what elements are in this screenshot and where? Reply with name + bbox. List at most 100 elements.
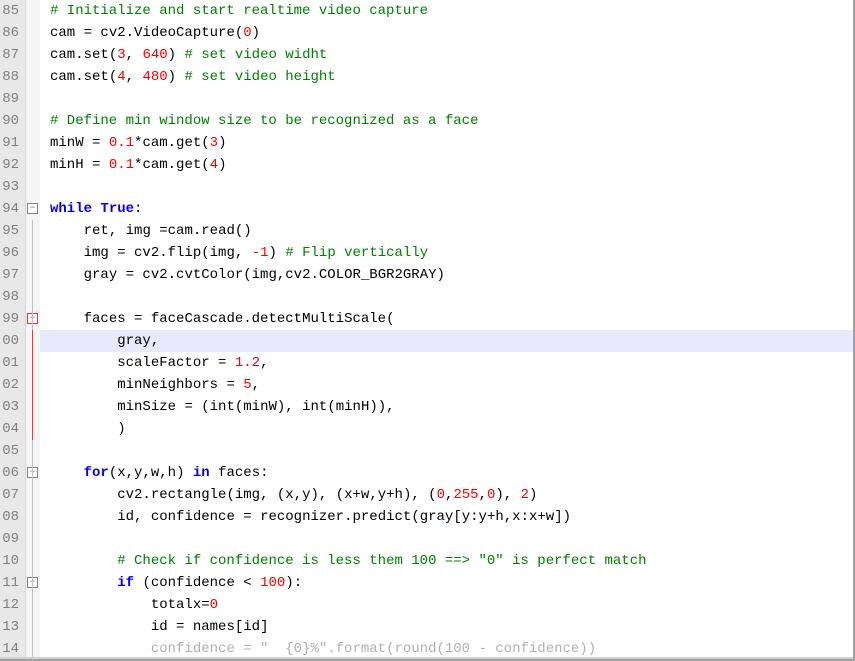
- code-token: ,: [151, 333, 159, 349]
- code-token: <: [243, 575, 251, 591]
- line-number: 88: [0, 66, 19, 88]
- code-token: 4: [210, 157, 218, 173]
- code-line[interactable]: gray = cv2.cvtColor(img,cv2.COLOR_BGR2GR…: [50, 264, 853, 286]
- code-line[interactable]: scaleFactor = 1.2,: [50, 352, 853, 374]
- code-line[interactable]: [50, 286, 853, 308]
- code-line[interactable]: minNeighbors = 5,: [50, 374, 853, 396]
- code-token: (: [109, 465, 117, 481]
- code-token: y: [479, 509, 487, 525]
- code-token: # set video height: [184, 69, 335, 85]
- line-number: 87: [0, 44, 19, 66]
- code-line[interactable]: while True:: [50, 198, 853, 220]
- code-token: minSize: [117, 399, 184, 415]
- code-line[interactable]: [50, 528, 853, 550]
- code-token: gray: [84, 267, 126, 283]
- code-token: -1: [252, 245, 269, 261]
- code-line[interactable]: minW = 0.1*cam.get(3): [50, 132, 853, 154]
- code-token: =: [126, 267, 134, 283]
- line-number: 09: [0, 528, 19, 550]
- code-line[interactable]: faces = faceCascade.detectMultiScale(: [50, 308, 853, 330]
- code-token: [100, 135, 108, 151]
- code-token: x: [285, 487, 293, 503]
- code-token: y: [302, 487, 310, 503]
- code-line[interactable]: cam.set(4, 480) # set video height: [50, 66, 853, 88]
- line-number: 96: [0, 242, 19, 264]
- code-token: # Define min window size to be recognize…: [50, 113, 478, 129]
- code-line[interactable]: minSize = (int(minW), int(minH)),: [50, 396, 853, 418]
- code-token: :: [134, 201, 142, 217]
- code-token: ):: [285, 575, 302, 591]
- code-line[interactable]: gray,: [40, 330, 853, 352]
- line-number: 02: [0, 374, 19, 396]
- code-token: 480: [142, 69, 167, 85]
- code-line[interactable]: cv2.rectangle(img, (x,y), (x+w,y+h), (0,…: [50, 484, 853, 506]
- code-token: +: [537, 509, 545, 525]
- code-token: 100: [260, 575, 285, 591]
- code-token: x: [512, 509, 520, 525]
- code-line-truncated[interactable]: confidence = " {0}%".format(round(100 - …: [50, 638, 853, 660]
- code-line[interactable]: totalx=0: [50, 594, 853, 616]
- code-line[interactable]: if (confidence < 100):: [50, 572, 853, 594]
- code-token: cam: [50, 25, 84, 41]
- code-token: (: [109, 69, 117, 85]
- code-line[interactable]: [50, 440, 853, 462]
- code-token: (: [201, 157, 209, 173]
- code-line[interactable]: # Define min window size to be recognize…: [50, 110, 853, 132]
- code-area[interactable]: # Initialize and start realtime video ca…: [40, 0, 853, 659]
- code-token: minH: [336, 399, 370, 415]
- code-token: ): [168, 69, 185, 85]
- code-line[interactable]: [50, 88, 853, 110]
- code-line[interactable]: id = names[id]: [50, 616, 853, 638]
- code-token: :: [470, 509, 478, 525]
- code-token: id: [243, 619, 260, 635]
- code-token: =: [201, 597, 209, 613]
- code-token: [: [453, 509, 461, 525]
- code-line[interactable]: id, confidence = recognizer.predict(gray…: [50, 506, 853, 528]
- code-line[interactable]: [50, 176, 853, 198]
- fold-guide-active: [32, 330, 33, 440]
- code-token: )),: [369, 399, 394, 415]
- code-token: cam.get: [142, 157, 201, 173]
- line-number: 92: [0, 154, 19, 176]
- code-token: gray: [420, 509, 454, 525]
- code-token: cv2.rectangle: [117, 487, 226, 503]
- line-number: 08: [0, 506, 19, 528]
- code-token: ]: [260, 619, 268, 635]
- code-line[interactable]: for(x,y,w,h) in faces:: [50, 462, 853, 484]
- code-token: h: [395, 487, 403, 503]
- fold-margin[interactable]: −−−−: [26, 0, 40, 659]
- code-token: (: [142, 575, 150, 591]
- code-token: 2: [521, 487, 529, 503]
- code-line[interactable]: # Initialize and start realtime video ca…: [50, 0, 853, 22]
- code-editor[interactable]: 8586878889909192939495969798990001020304…: [0, 0, 855, 661]
- code-token: , (: [260, 487, 285, 503]
- code-token: (): [235, 223, 252, 239]
- code-token: ,: [479, 487, 487, 503]
- code-token: [193, 399, 201, 415]
- code-token: 5: [243, 377, 251, 393]
- code-token: # set video widht: [184, 47, 327, 63]
- code-token: (: [226, 487, 234, 503]
- code-line[interactable]: ret, img =cam.read(): [50, 220, 853, 242]
- line-number: 01: [0, 352, 19, 374]
- code-line[interactable]: cam = cv2.VideoCapture(0): [50, 22, 853, 44]
- code-line[interactable]: # Check if confidence is less them 100 =…: [50, 550, 853, 572]
- code-token: (: [109, 47, 117, 63]
- line-number: 00: [0, 330, 19, 352]
- code-token: =: [226, 377, 234, 393]
- line-number: 14: [0, 638, 19, 660]
- code-line[interactable]: img = cv2.flip(img, -1) # Flip verticall…: [50, 242, 853, 264]
- code-token: ): [437, 267, 445, 283]
- code-line[interactable]: ): [50, 418, 853, 440]
- code-token: img: [126, 223, 160, 239]
- code-token: ): [168, 47, 185, 63]
- code-line[interactable]: minH = 0.1*cam.get(4): [50, 154, 853, 176]
- code-line[interactable]: cam.set(3, 640) # set video widht: [50, 44, 853, 66]
- code-token: ): [176, 465, 193, 481]
- code-token: (: [201, 245, 209, 261]
- code-token: [252, 575, 260, 591]
- line-number: 13: [0, 616, 19, 638]
- code-token: ), (: [311, 487, 345, 503]
- fold-toggle-icon[interactable]: −: [27, 203, 38, 214]
- code-token: w: [546, 509, 554, 525]
